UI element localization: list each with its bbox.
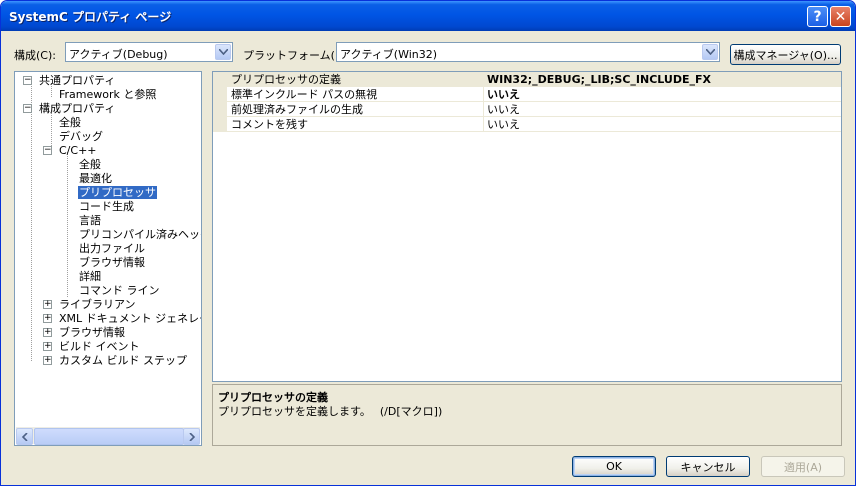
tree-item-cpp-general[interactable]: 全般	[79, 158, 101, 172]
tree-item-framework[interactable]: Framework と参照	[59, 88, 156, 102]
scroll-right-button[interactable]	[183, 428, 200, 445]
config-manager-button[interactable]: 構成マネージャ(O)...	[730, 44, 841, 65]
chevron-down-icon[interactable]	[702, 44, 718, 60]
column-divider	[483, 72, 484, 87]
property-name: プリプロセッサの定義	[231, 73, 341, 86]
collapse-icon[interactable]: −	[23, 104, 32, 113]
expand-icon[interactable]: +	[43, 328, 52, 337]
tree-item-preprocessor[interactable]: プリプロセッサ	[78, 186, 157, 200]
window-title: SystemC プロパティ ページ	[9, 10, 172, 24]
property-row-generate-preprocessed-file[interactable]: 前処理済みファイルの生成 いいえ	[213, 102, 841, 117]
tree-item-label: プリプロセッサ	[78, 186, 157, 199]
tree-item-code-generation[interactable]: コード生成	[79, 200, 134, 214]
collapse-icon[interactable]: −	[43, 146, 52, 155]
property-name: 標準インクルード パスの無視	[231, 88, 378, 101]
config-value: アクティブ(Debug)	[69, 48, 168, 61]
config-label: 構成(C):	[14, 49, 56, 62]
property-pages-dialog: SystemC プロパティ ページ ? ✕ 構成(C): アクティブ(Debug…	[0, 0, 856, 486]
column-divider	[483, 87, 484, 102]
tree-item-label: 最適化	[79, 172, 112, 185]
property-tree[interactable]: − 共通プロパティ Framework と参照 − 構成プロパティ 全般 デバッ…	[14, 71, 202, 446]
tree-guide-line	[67, 152, 68, 297]
tree-item-label: プリコンパイル済みヘッダー	[79, 228, 201, 241]
tree-item-label: 言語	[79, 214, 101, 227]
tree-item-label: 全般	[79, 158, 101, 171]
expand-icon[interactable]: +	[43, 314, 52, 323]
cancel-button[interactable]: キャンセル	[666, 456, 750, 477]
expand-icon[interactable]: +	[43, 356, 52, 365]
property-row-ignore-standard-include[interactable]: 標準インクルード パスの無視 いいえ	[213, 87, 841, 102]
tree-item-label: ブラウザ情報	[79, 256, 145, 269]
scrollbar-thumb[interactable]	[34, 428, 184, 445]
row-margin	[213, 117, 227, 132]
tree-item-label: ブラウザ情報	[59, 326, 125, 339]
description-text: プリプロセッサを定義します。 (/D[マクロ])	[218, 405, 443, 418]
close-button[interactable]: ✕	[830, 6, 851, 27]
tree-item-label: 詳細	[79, 270, 101, 283]
tree-item-debug[interactable]: デバッグ	[59, 130, 103, 144]
tree-item-label: 共通プロパティ	[39, 74, 116, 87]
tree-item-label: カスタム ビルド ステップ	[59, 354, 187, 367]
platform-value: アクティブ(Win32)	[340, 48, 438, 61]
title-bar[interactable]: SystemC プロパティ ページ ? ✕	[1, 1, 855, 31]
tree-item-general[interactable]: 全般	[59, 116, 81, 130]
tree-item-label: コード生成	[79, 200, 134, 213]
chevron-down-icon[interactable]	[215, 44, 231, 60]
property-value[interactable]: いいえ	[487, 102, 520, 117]
tree-item-optimization[interactable]: 最適化	[79, 172, 112, 186]
tree-item-label: ビルド イベント	[59, 340, 140, 353]
tree-item-label: デバッグ	[59, 130, 103, 143]
apply-button[interactable]: 適用(A)	[761, 456, 845, 477]
description-pane: プリプロセッサの定義 プリプロセッサを定義します。 (/D[マクロ])	[212, 384, 842, 446]
tree-item-label: 構成プロパティ	[39, 102, 116, 115]
collapse-icon[interactable]: −	[23, 76, 32, 85]
property-value[interactable]: いいえ	[487, 87, 520, 102]
property-name: 前処理済みファイルの生成	[231, 103, 363, 116]
ok-button[interactable]: OK	[572, 456, 656, 477]
row-margin	[213, 102, 227, 117]
help-button[interactable]: ?	[807, 6, 828, 27]
property-name: コメントを残す	[231, 118, 308, 131]
tree-item-command-line[interactable]: コマンド ライン	[79, 284, 160, 298]
tree-guide-line	[31, 83, 32, 361]
tree-item-language[interactable]: 言語	[79, 214, 101, 228]
property-value[interactable]: いいえ	[487, 117, 520, 132]
property-row-preprocessor-definitions[interactable]: プリプロセッサの定義 WIN32;_DEBUG;_LIB;SC_INCLUDE_…	[213, 72, 841, 87]
tree-item-label: ライブラリアン	[59, 298, 136, 311]
tree-item-label: C/C++	[59, 144, 97, 157]
chevron-right-icon	[188, 432, 195, 441]
row-margin	[213, 87, 227, 102]
expand-icon[interactable]: +	[43, 300, 52, 309]
tree-item-label: コマンド ライン	[79, 284, 160, 297]
config-dropdown[interactable]: アクティブ(Debug)	[65, 42, 233, 62]
property-row-keep-comments[interactable]: コメントを残す いいえ	[213, 117, 841, 132]
column-divider	[483, 102, 484, 117]
tree-item-output-files[interactable]: 出力ファイル	[79, 242, 145, 256]
platform-label: プラットフォーム(P):	[243, 49, 350, 62]
tree-item-browse-info[interactable]: ブラウザ情報	[79, 256, 145, 270]
scroll-left-button[interactable]	[16, 428, 33, 445]
platform-dropdown[interactable]: アクティブ(Win32)	[336, 42, 720, 62]
tree-item-label: 出力ファイル	[79, 242, 145, 255]
tree-item-precompiled-headers[interactable]: プリコンパイル済みヘッダー	[79, 228, 201, 242]
tree-item-advanced[interactable]: 詳細	[79, 270, 101, 284]
tree-item-label: Framework と参照	[59, 88, 157, 101]
expand-icon[interactable]: +	[43, 342, 52, 351]
column-divider	[483, 117, 484, 132]
chevron-left-icon	[21, 432, 28, 441]
property-value[interactable]: WIN32;_DEBUG;_LIB;SC_INCLUDE_FX	[487, 72, 711, 87]
tree-item-label: 全般	[59, 116, 81, 129]
property-grid[interactable]: プリプロセッサの定義 WIN32;_DEBUG;_LIB;SC_INCLUDE_…	[212, 71, 842, 382]
tree-item-label: XML ドキュメント ジェネレータ	[59, 312, 201, 325]
horizontal-scrollbar[interactable]	[16, 427, 200, 445]
